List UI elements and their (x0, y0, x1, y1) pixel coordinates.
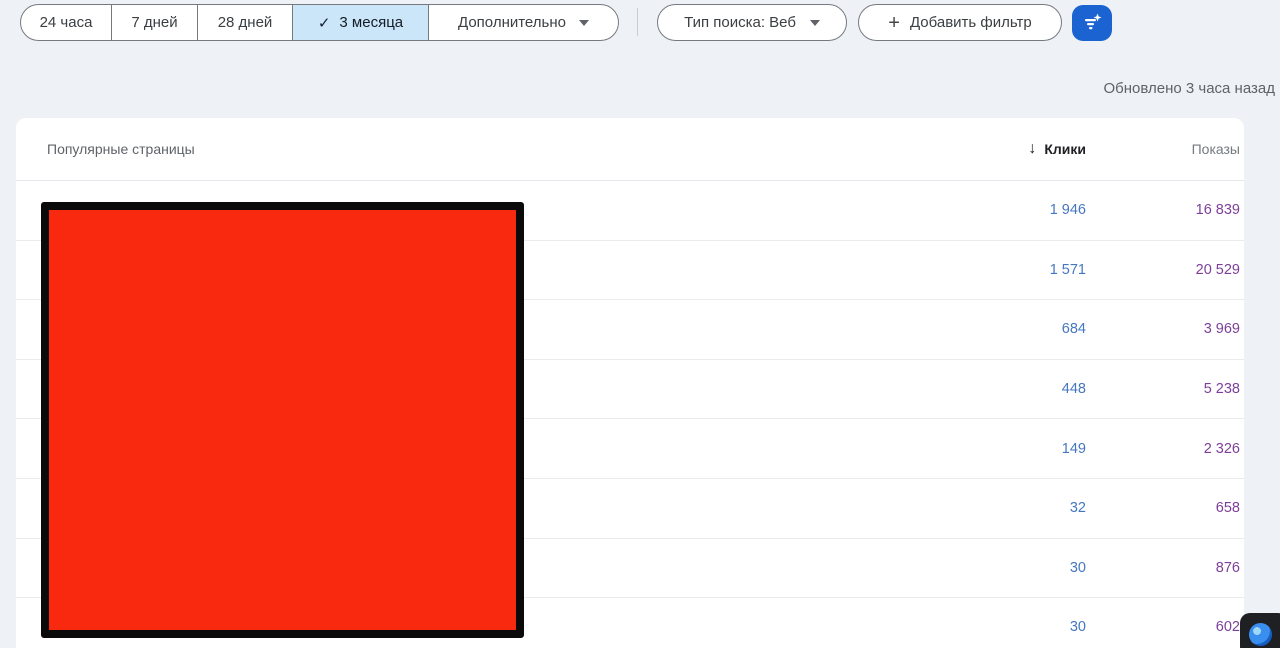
column-header-clicks[interactable]: ↓ Клики (1028, 140, 1086, 158)
badge-logo-icon (1249, 623, 1272, 646)
date-range-segmented-control: 24 часа 7 дней 28 дней ✓ 3 месяца Дополн… (20, 4, 619, 41)
clicks-value: 32 (1070, 500, 1086, 516)
date-range-7d[interactable]: 7 дней (111, 5, 197, 40)
date-range-28d-label: 28 дней (218, 14, 273, 31)
plus-icon: + (888, 13, 900, 33)
chevron-down-icon (579, 20, 589, 26)
add-filter-label: Добавить фильтр (910, 14, 1032, 31)
clicks-value: 149 (1062, 441, 1086, 457)
table-header-row: Популярные страницы ↓ Клики Показы (16, 118, 1244, 181)
impressions-value: 602 (1216, 619, 1240, 635)
sort-descending-icon: ↓ (1028, 140, 1036, 158)
date-range-28d[interactable]: 28 дней (197, 5, 292, 40)
column-header-impressions[interactable]: Показы (1192, 141, 1240, 157)
clicks-value: 30 (1070, 619, 1086, 635)
check-icon: ✓ (318, 14, 331, 32)
last-updated-status: Обновлено 3 часа назад (1103, 80, 1275, 97)
impressions-value: 5 238 (1204, 381, 1240, 397)
column-header-pages[interactable]: Популярные страницы (47, 141, 195, 157)
impressions-value: 658 (1216, 500, 1240, 516)
clicks-value: 1 946 (1050, 202, 1086, 218)
redaction-box (41, 202, 524, 638)
date-range-7d-label: 7 дней (131, 14, 177, 31)
toolbar-divider (637, 8, 638, 36)
date-range-3m-label: 3 месяца (339, 14, 403, 31)
ai-filter-button[interactable] (1072, 5, 1112, 41)
column-header-clicks-label: Клики (1044, 141, 1086, 157)
impressions-value: 2 326 (1204, 441, 1240, 457)
add-filter-button[interactable]: + Добавить фильтр (858, 4, 1062, 41)
filter-toolbar: 24 часа 7 дней 28 дней ✓ 3 месяца Дополн… (0, 0, 1280, 60)
chevron-down-icon (810, 20, 820, 26)
corner-app-badge[interactable] (1240, 613, 1280, 648)
ai-filter-icon (1081, 11, 1103, 36)
clicks-value: 684 (1062, 321, 1086, 337)
impressions-value: 3 969 (1204, 321, 1240, 337)
date-range-24h[interactable]: 24 часа (21, 5, 111, 40)
impressions-value: 876 (1216, 560, 1240, 576)
impressions-value: 16 839 (1196, 202, 1240, 218)
clicks-value: 448 (1062, 381, 1086, 397)
clicks-value: 30 (1070, 560, 1086, 576)
search-type-label: Тип поиска: Веб (684, 14, 796, 31)
date-range-3m-selected[interactable]: ✓ 3 месяца (292, 5, 428, 40)
date-range-more-button[interactable]: Дополнительно (428, 5, 618, 40)
impressions-value: 20 529 (1196, 262, 1240, 278)
date-range-24h-label: 24 часа (40, 14, 93, 31)
date-range-more-label: Дополнительно (458, 14, 566, 31)
search-type-dropdown[interactable]: Тип поиска: Веб (657, 4, 847, 41)
clicks-value: 1 571 (1050, 262, 1086, 278)
